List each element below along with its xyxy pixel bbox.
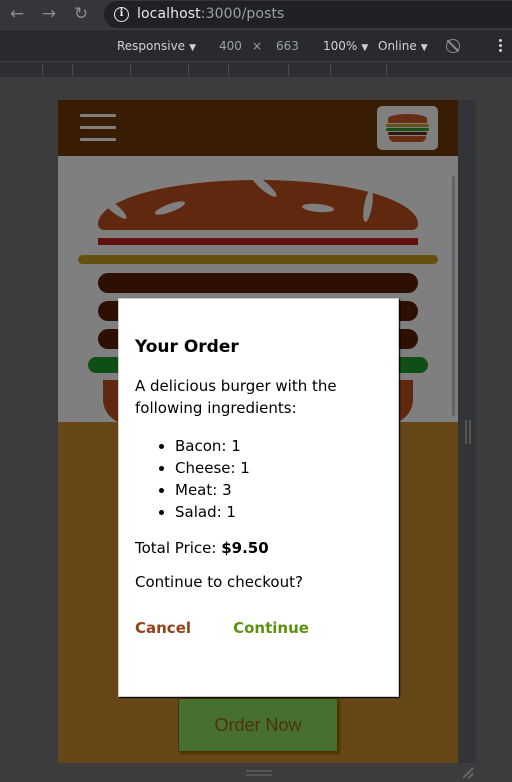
url-host: localhost [137, 6, 201, 22]
more-options-icon[interactable] [499, 39, 503, 54]
checkout-question: Continue to checkout? [135, 573, 303, 591]
network-select[interactable]: Online ▼ [378, 39, 428, 53]
url-path: :3000/posts [200, 6, 285, 22]
order-description: A delicious burger with the following in… [135, 377, 337, 417]
order-summary-modal: Your Order A delicious burger with the f… [118, 298, 399, 697]
device-viewport: Order Now Your Order A delicious burger … [58, 100, 458, 763]
device-label: Responsive [117, 39, 186, 53]
chevron-down-icon: ▼ [420, 43, 428, 53]
total-value: $9.50 [221, 539, 269, 557]
list-item: Bacon: 1 [175, 435, 382, 457]
resize-handle-right[interactable] [465, 420, 471, 444]
browser-url-bar: ← → ↻ i localhost:3000/posts [0, 0, 512, 29]
chevron-down-icon: ▼ [361, 43, 369, 53]
network-label: Online [378, 39, 417, 53]
resize-corner-handle[interactable] [462, 766, 474, 778]
modal-actions: Cancel Continue [135, 618, 382, 637]
total-label: Total Price: [135, 539, 222, 557]
address-bar[interactable]: i localhost:3000/posts [104, 1, 512, 28]
zoom-select[interactable]: 100% ▼ [323, 39, 368, 53]
modal-title: Your Order [135, 337, 239, 357]
device-ruler [0, 62, 512, 78]
reload-icon[interactable]: ↻ [70, 4, 92, 24]
times-sign: × [252, 39, 263, 53]
forward-arrow-icon[interactable]: → [38, 4, 60, 24]
info-icon[interactable]: i [114, 7, 129, 22]
zoom-label: 100% [323, 39, 358, 53]
back-arrow-icon[interactable]: ← [6, 4, 28, 24]
device-toolbar: Responsive ▼ 400 × 663 100% ▼ Online ▼ [0, 29, 512, 62]
width-input[interactable]: 400 [219, 39, 242, 53]
device-select[interactable]: Responsive ▼ [117, 39, 196, 53]
list-item: Cheese: 1 [175, 457, 382, 479]
list-item: Salad: 1 [175, 501, 382, 523]
list-item: Meat: 3 [175, 479, 382, 501]
total-price: Total Price: $9.50 [135, 539, 382, 557]
height-input[interactable]: 663 [276, 39, 299, 53]
chevron-down-icon: ▼ [189, 43, 196, 53]
rotate-icon[interactable] [446, 39, 460, 53]
continue-button[interactable]: Continue [233, 619, 309, 637]
url-text: localhost:3000/posts [137, 6, 284, 22]
resize-handle-bottom[interactable] [246, 770, 272, 776]
cancel-button[interactable]: Cancel [135, 619, 191, 637]
ingredient-list: Bacon: 1 Cheese: 1 Meat: 3 Salad: 1 [175, 435, 382, 523]
